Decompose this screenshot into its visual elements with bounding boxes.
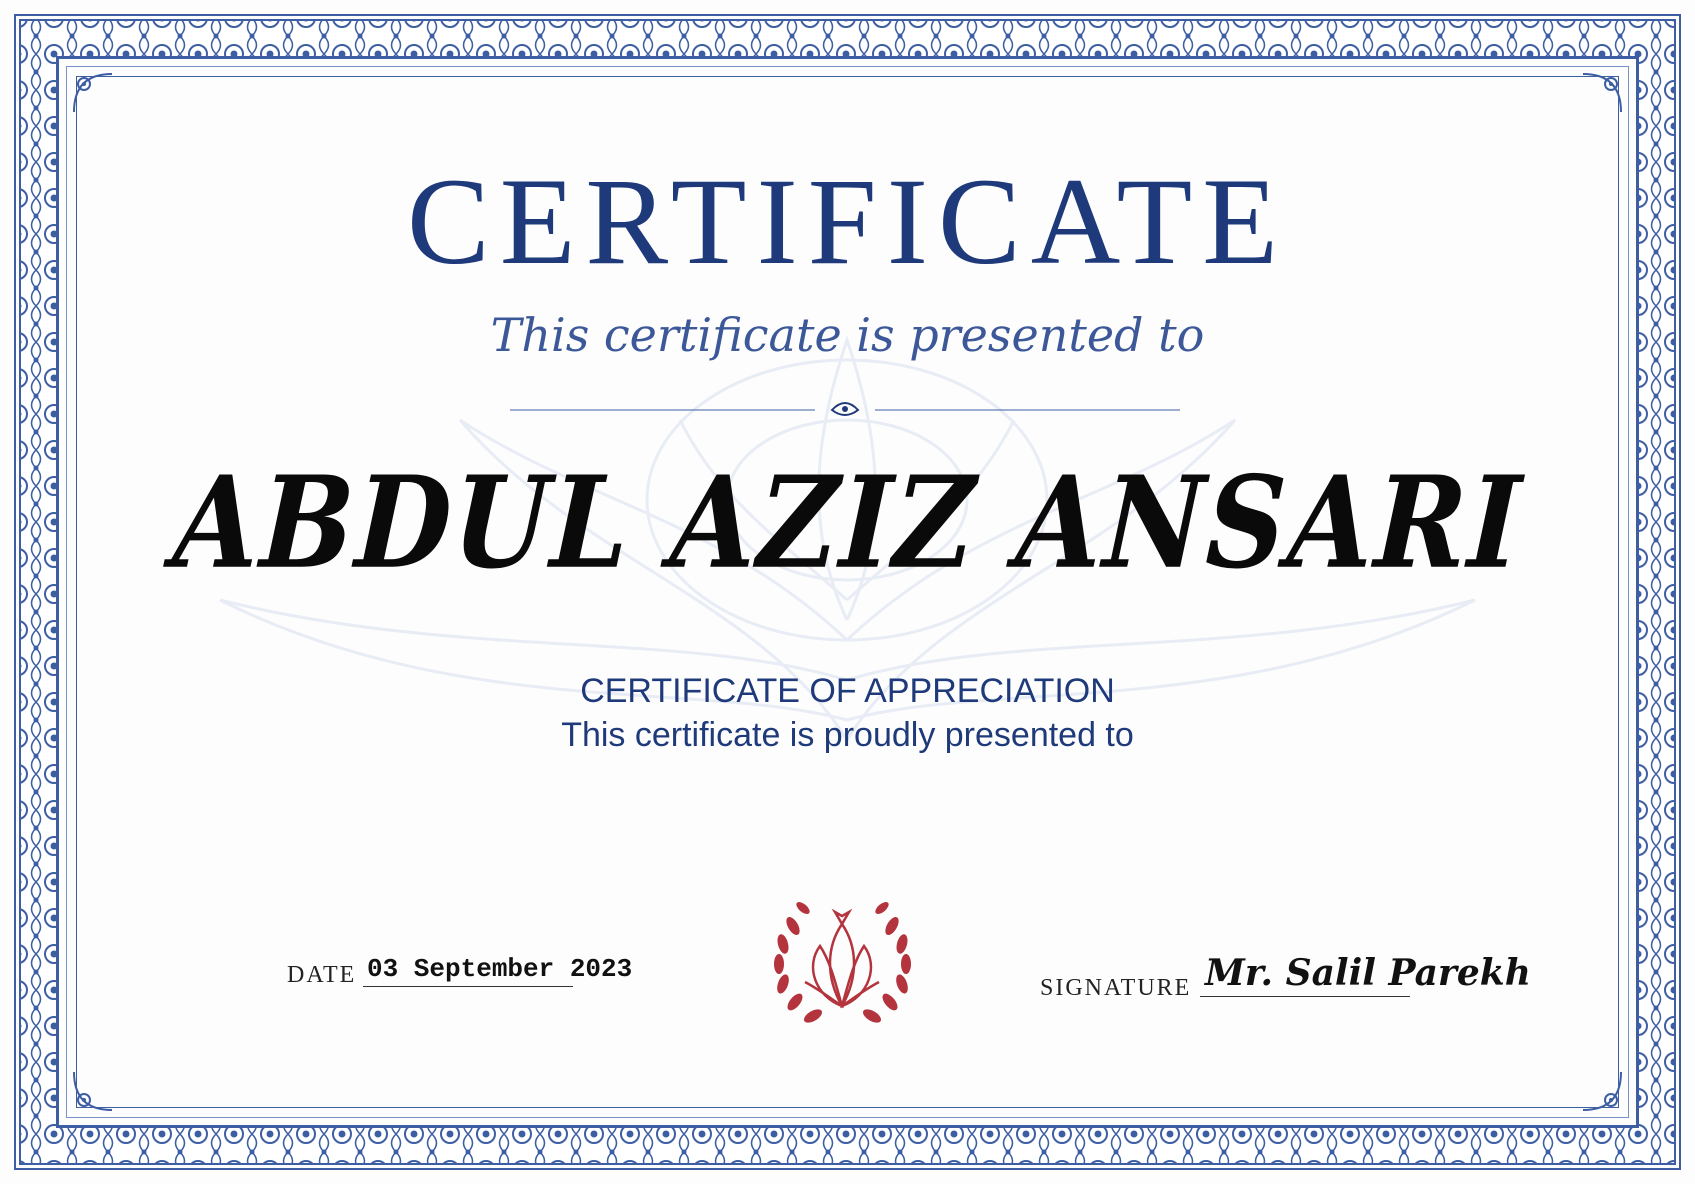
certificate-title: CERTIFICATE — [406, 153, 1288, 290]
date-label: DATE — [287, 962, 357, 988]
signature-name: Mr. Salil Parekh — [1205, 952, 1531, 994]
appreciation-heading: CERTIFICATE OF APPRECIATION — [580, 672, 1115, 710]
certificate-page: CERTIFICATE This certificate is presente… — [0, 0, 1695, 1184]
certificate-subtitle: This certificate is presented to — [490, 308, 1205, 362]
date-value: 03 September 2023 — [367, 954, 633, 984]
recipient-name: ABDUL AZIZ ANSARI — [157, 448, 1538, 597]
corner-flourish-icon — [73, 1071, 113, 1111]
signature-label: SIGNATURE — [1040, 975, 1192, 1001]
corner-flourish-icon — [1582, 73, 1622, 113]
corner-flourish-icon — [1582, 1071, 1622, 1111]
presented-text: This certificate is proudly presented to — [561, 716, 1134, 754]
ornament-divider-icon — [510, 402, 1180, 416]
signature-underline — [1200, 996, 1410, 997]
laurel-seal-icon — [774, 902, 911, 1023]
corner-flourish-icon — [73, 73, 113, 113]
date-underline — [363, 986, 573, 987]
